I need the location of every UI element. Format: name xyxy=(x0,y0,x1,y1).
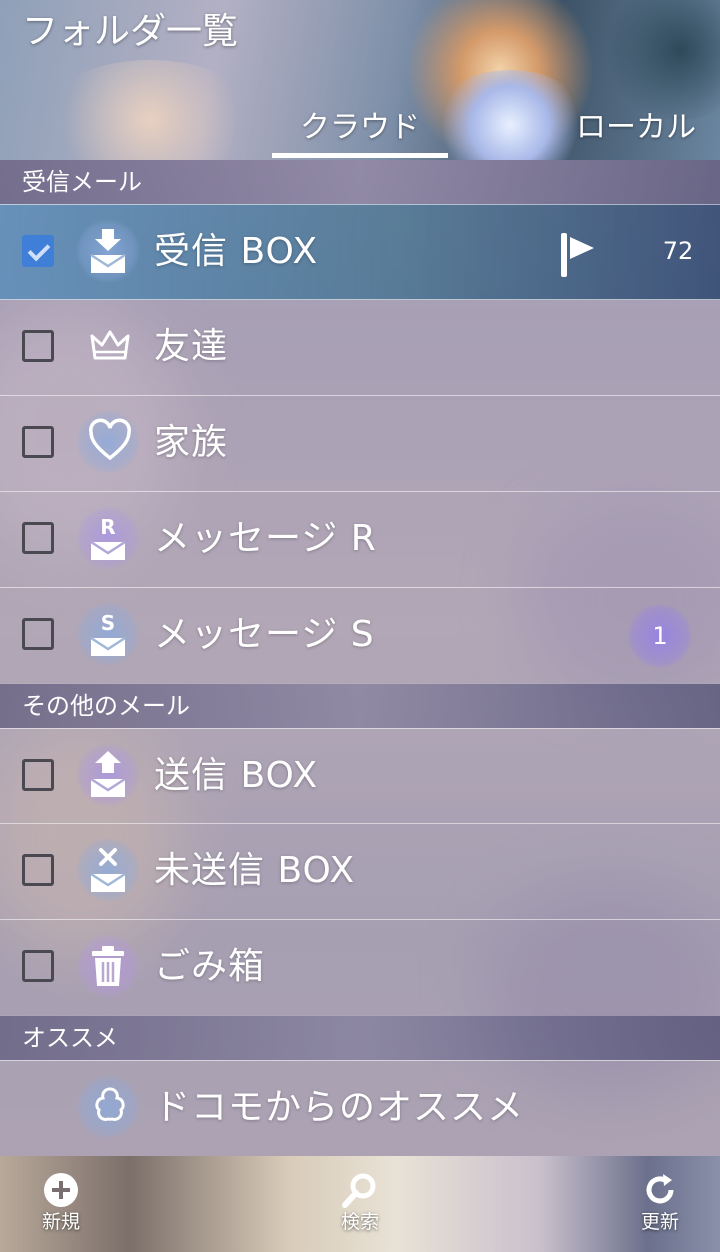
folder-label: 受信 BOX xyxy=(154,231,319,272)
message-s-icon: S xyxy=(76,602,140,666)
folder-label: ドコモからのオススメ xyxy=(154,1087,525,1128)
unread-count-badge: 1 xyxy=(628,604,692,668)
folder-checkbox[interactable] xyxy=(22,426,54,458)
search-icon xyxy=(342,1173,376,1208)
folder-checkbox[interactable] xyxy=(22,950,54,982)
unread-count-badge: 72 xyxy=(662,237,694,265)
new-label: 新規 xyxy=(41,1211,80,1233)
heart-icon xyxy=(76,410,140,474)
folder-row-family[interactable]: 家族 xyxy=(0,395,720,491)
flag-icon[interactable] xyxy=(558,233,598,281)
section-title: その他のメール xyxy=(22,692,190,720)
folder-label: メッセージ R xyxy=(154,518,377,559)
app-header: フォルダ一覧 クラウド ローカル xyxy=(0,0,720,160)
unread-count: 1 xyxy=(652,622,668,650)
folder-row-trash[interactable]: ごみ箱 xyxy=(0,919,720,1015)
folder-row-outbox[interactable]: 送信 BOX xyxy=(0,728,720,824)
folder-row-message-r[interactable]: R メッセージ R xyxy=(0,491,720,587)
search-label: 検索 xyxy=(340,1211,379,1233)
search-button[interactable]: 検索 xyxy=(315,1172,405,1234)
crown-icon xyxy=(76,314,140,378)
refresh-label: 更新 xyxy=(640,1211,679,1233)
message-r-icon: R xyxy=(76,506,140,570)
section-title: 受信メール xyxy=(22,168,142,196)
folder-row-friends[interactable]: 友達 xyxy=(0,299,720,395)
folder-row-docomo-recommend[interactable]: ドコモからのオススメ xyxy=(0,1060,720,1156)
folder-row-unsent[interactable]: 未送信 BOX xyxy=(0,823,720,919)
tab-selected-indicator xyxy=(272,153,448,158)
folder-checkbox[interactable] xyxy=(22,618,54,650)
folder-label: 送信 BOX xyxy=(154,755,319,796)
refresh-button[interactable]: 更新 xyxy=(615,1172,705,1234)
icon-letter: S xyxy=(101,611,115,635)
folder-label: 友達 xyxy=(154,326,229,367)
new-button[interactable]: 新規 xyxy=(16,1172,106,1234)
folder-checkbox[interactable] xyxy=(22,759,54,791)
folder-row-inbox[interactable]: 受信 BOX 72 xyxy=(0,204,720,300)
folder-checkbox[interactable] xyxy=(22,854,54,886)
folder-label: 家族 xyxy=(154,422,229,463)
folder-label: ごみ箱 xyxy=(154,946,266,987)
folder-checkbox[interactable] xyxy=(22,235,54,267)
section-header-other: その他のメール xyxy=(0,684,720,728)
flower-icon xyxy=(76,1075,140,1139)
refresh-icon xyxy=(646,1174,674,1204)
bottom-toolbar: 新規 検索 更新 xyxy=(0,1156,720,1252)
folder-label: 未送信 BOX xyxy=(154,850,356,891)
outbox-icon xyxy=(76,743,140,807)
folder-checkbox[interactable] xyxy=(22,330,54,362)
section-header-inbox: 受信メール xyxy=(0,160,720,204)
folder-checkbox[interactable] xyxy=(22,522,54,554)
tab-cloud[interactable]: クラウド xyxy=(272,108,448,148)
unsent-icon xyxy=(76,838,140,902)
section-title: オススメ xyxy=(22,1024,118,1052)
page-title: フォルダ一覧 xyxy=(22,11,239,52)
folder-label: メッセージ S xyxy=(154,614,375,655)
plus-circle-icon xyxy=(44,1173,78,1207)
trash-icon xyxy=(76,934,140,998)
section-header-recommend: オススメ xyxy=(0,1016,720,1060)
tab-local[interactable]: ローカル xyxy=(560,108,712,148)
folder-row-message-s[interactable]: S メッセージ S 1 xyxy=(0,587,720,683)
icon-letter: R xyxy=(100,515,115,539)
inbox-icon xyxy=(76,219,140,283)
